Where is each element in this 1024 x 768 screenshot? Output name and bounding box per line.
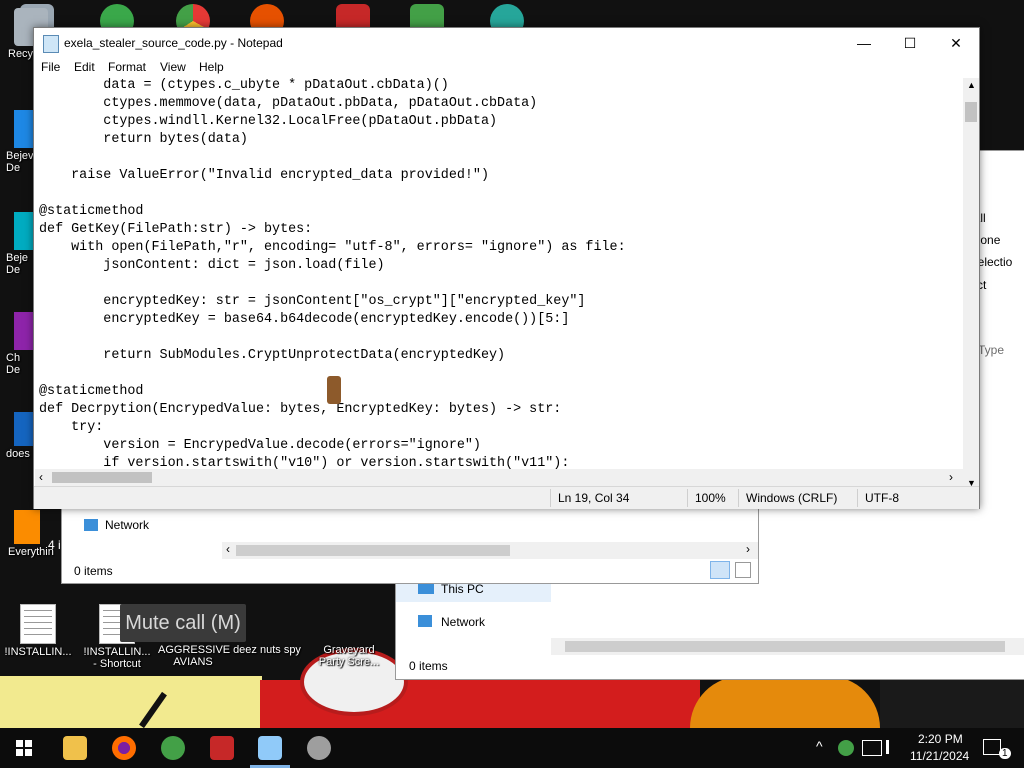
- partial-desktop-label: 4 i: [48, 538, 61, 552]
- maximize-button[interactable]: ☐: [887, 28, 933, 58]
- nav-item-label: Network: [441, 615, 486, 629]
- status-item-count: 0 items: [409, 659, 448, 673]
- nav-item-network[interactable]: Network: [62, 514, 217, 536]
- clock-date[interactable]: 11/21/2024: [910, 749, 969, 763]
- scrollbar-thumb[interactable]: [965, 102, 977, 122]
- scroll-up-icon[interactable]: ▲: [967, 80, 976, 90]
- encoding: UTF-8: [865, 491, 899, 505]
- mute-call-tooltip: Mute call (M): [120, 604, 246, 642]
- scrollbar-thumb[interactable]: [236, 545, 510, 556]
- desktop-icon-label: deez nuts spy: [233, 644, 301, 656]
- notepad-window: exela_stealer_source_code.py - Notepad —…: [33, 27, 980, 509]
- image-icon: [332, 604, 366, 642]
- scroll-right-icon[interactable]: ›: [949, 470, 953, 484]
- scroll-left-icon[interactable]: ‹: [226, 542, 230, 556]
- menu-file[interactable]: File: [41, 60, 60, 74]
- column-header-type[interactable]: Type: [978, 343, 1004, 357]
- explorer-window-front: Network ‹ › 0 items: [61, 505, 759, 584]
- details-view-icon[interactable]: [710, 561, 730, 579]
- menu-help[interactable]: Help: [199, 60, 224, 74]
- network-tray-icon[interactable]: [862, 740, 882, 756]
- desktop-icon-label: !INSTALLIN... - Shortcut: [83, 646, 151, 670]
- desktop-icon-label: Graveyard Party Scre...: [318, 644, 380, 668]
- app-taskbar-icon[interactable]: [307, 736, 331, 760]
- status-divider: [857, 489, 858, 507]
- file-explorer-icon[interactable]: [63, 736, 87, 760]
- horizontal-scrollbar[interactable]: ‹ ›: [35, 469, 963, 486]
- notepad-taskbar-icon[interactable]: [258, 736, 282, 760]
- code-content[interactable]: data = (ctypes.c_ubyte * pDataOut.cbData…: [35, 78, 963, 473]
- file-icon: [250, 604, 284, 642]
- status-divider: [687, 489, 688, 507]
- zoom-level: 100%: [695, 491, 726, 505]
- start-button[interactable]: [16, 740, 32, 756]
- close-button[interactable]: ✕: [933, 28, 979, 58]
- status-divider: [738, 489, 739, 507]
- menu-bar: File Edit Format View Help: [34, 58, 979, 78]
- minimize-button[interactable]: —: [841, 28, 887, 58]
- scroll-right-icon[interactable]: ›: [746, 542, 750, 556]
- desktop-icon-installing[interactable]: !INSTALLIN...: [3, 604, 73, 658]
- shortcut-icon: [14, 510, 40, 544]
- show-hidden-icons-button[interactable]: ^: [816, 738, 823, 754]
- volume-icon[interactable]: [886, 740, 903, 754]
- desktop-icon-label: AGGRESSIVE AVIANS: [158, 644, 231, 668]
- notepad-icon: [43, 35, 59, 53]
- scrollbar-thumb[interactable]: [565, 641, 1005, 652]
- status-bar: Ln 19, Col 34 100% Windows (CRLF) UTF-8: [34, 486, 979, 509]
- nav-item-label: This PC: [441, 582, 484, 596]
- line-ending: Windows (CRLF): [746, 491, 838, 505]
- network-icon: [418, 615, 432, 627]
- cursor-position: Ln 19, Col 34: [558, 491, 630, 505]
- scroll-left-icon[interactable]: ‹: [39, 470, 43, 484]
- wallpaper-pumpkin: [690, 676, 880, 728]
- desktop-icon-label: !INSTALLIN...: [4, 646, 72, 658]
- network-icon: [84, 519, 98, 531]
- document-icon: [20, 604, 56, 644]
- scrollbar-thumb[interactable]: [52, 472, 152, 483]
- menu-view[interactable]: View: [160, 60, 186, 74]
- menu-format[interactable]: Format: [108, 60, 146, 74]
- status-divider: [550, 489, 551, 507]
- flash-icon[interactable]: [210, 736, 234, 760]
- window-title: exela_stealer_source_code.py - Notepad: [64, 36, 283, 50]
- users-tray-icon[interactable]: [838, 740, 854, 756]
- firefox-icon[interactable]: [112, 736, 136, 760]
- users-app-icon[interactable]: [161, 736, 185, 760]
- notification-badge: 1: [999, 748, 1011, 759]
- horizontal-scrollbar[interactable]: ‹ ›: [222, 542, 758, 559]
- title-bar[interactable]: exela_stealer_source_code.py - Notepad —…: [34, 28, 979, 58]
- clock-time[interactable]: 2:20 PM: [918, 732, 963, 746]
- wallpaper-yellow: [0, 676, 262, 728]
- nav-item-network[interactable]: Network: [396, 609, 551, 635]
- horizontal-scrollbar[interactable]: [551, 638, 1024, 655]
- taskbar: ^ 2:20 PM 11/21/2024 1: [0, 728, 1024, 768]
- vertical-scrollbar[interactable]: ▲ ▼: [963, 78, 979, 492]
- desktop-icon-graveyard-party[interactable]: Graveyard Party Scre...: [314, 604, 384, 668]
- wallpaper-dark: [880, 676, 1024, 728]
- status-item-count: 0 items: [74, 564, 113, 578]
- text-editor[interactable]: data = (ctypes.c_ubyte * pDataOut.cbData…: [35, 78, 963, 492]
- cursor-figure-icon: [327, 376, 341, 404]
- nav-item-label: Network: [105, 518, 150, 532]
- large-icons-view-icon[interactable]: [735, 562, 751, 578]
- menu-edit[interactable]: Edit: [74, 60, 95, 74]
